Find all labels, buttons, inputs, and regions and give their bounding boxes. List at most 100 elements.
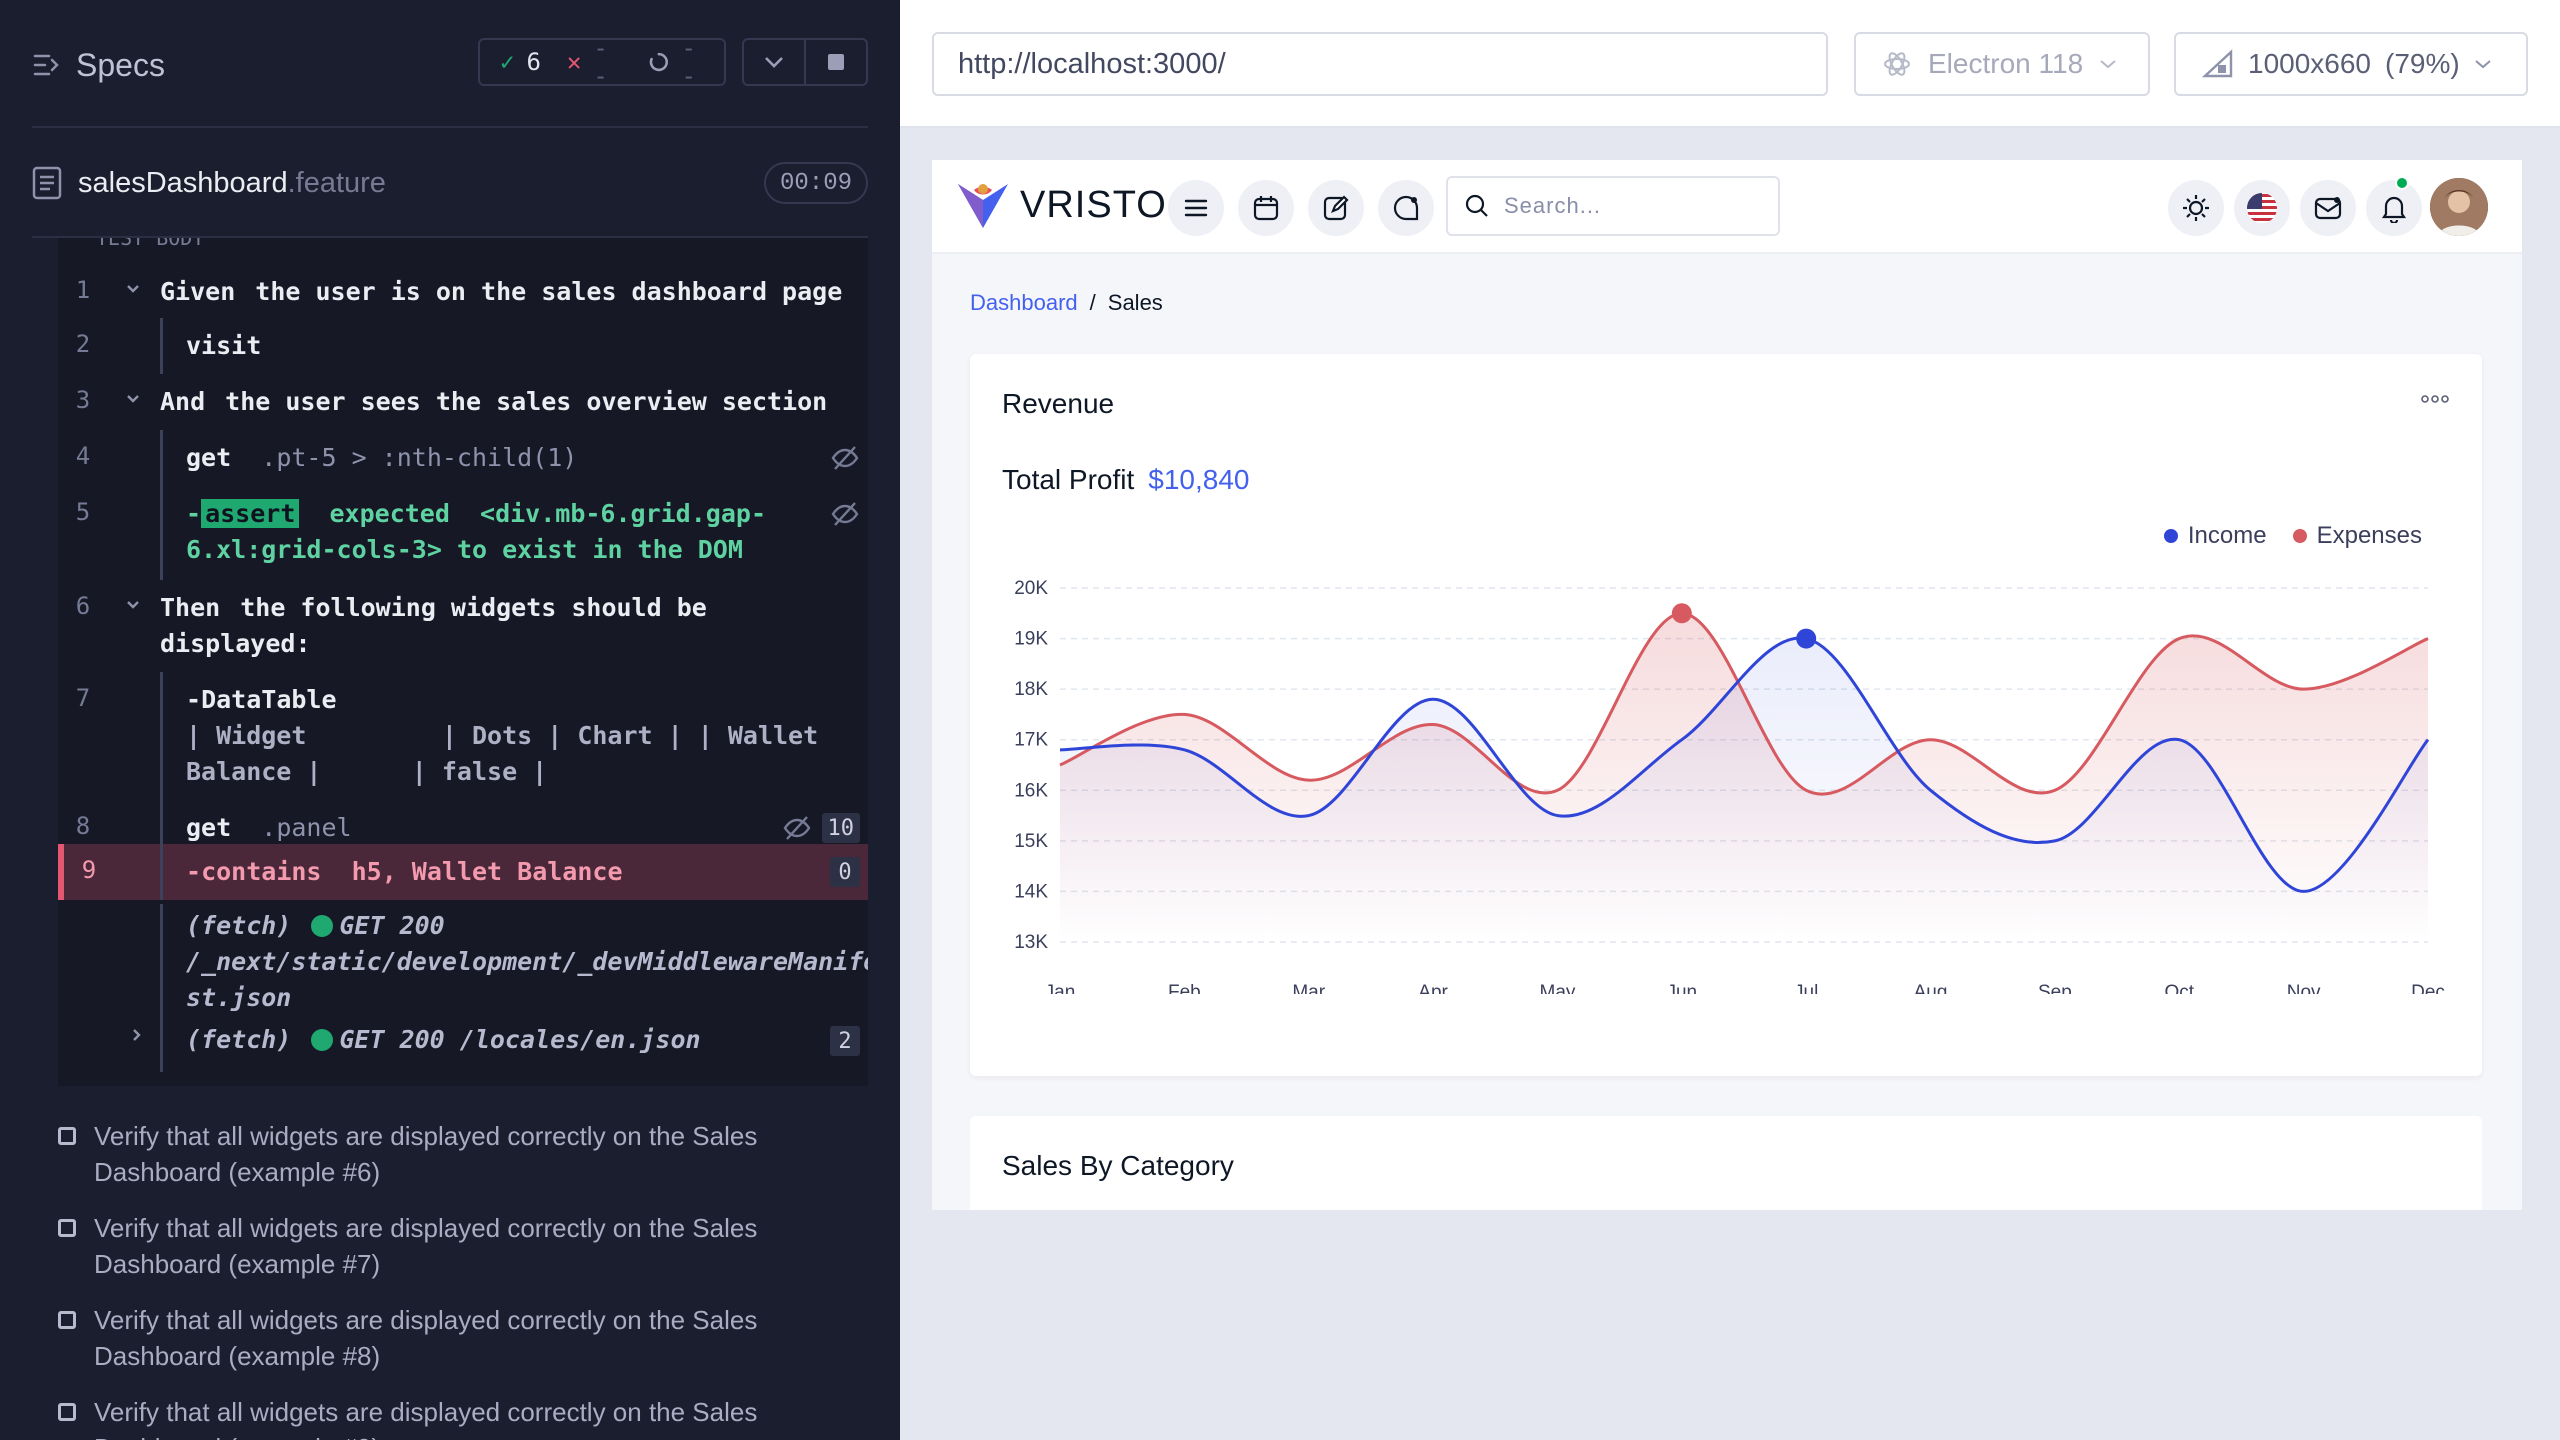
line-number: 4 (75, 442, 91, 470)
chat-button[interactable] (1378, 180, 1434, 236)
menu-icon (1184, 199, 1208, 217)
x-tick-label: Apr (1418, 982, 1448, 994)
legend-item-income[interactable]: Income (2163, 522, 2267, 550)
fetch-row[interactable]: (fetch) GET 200 /_next/static/development… (58, 904, 868, 1016)
notification-dot (2395, 176, 2409, 190)
test-item[interactable]: Verify that all widgets are displayed co… (58, 1394, 858, 1440)
failed-command-row[interactable]: 9 -contains h5, Wallet Balance 0 (58, 844, 868, 900)
command-name: contains (201, 857, 322, 886)
command-name: visit (186, 331, 262, 360)
command-row[interactable]: 2 visit (58, 318, 868, 374)
eye-off-icon[interactable] (830, 499, 860, 529)
more-options-icon[interactable] (2420, 394, 2450, 404)
logo[interactable]: VRISTO (956, 180, 1167, 230)
collapse-button[interactable] (744, 40, 804, 84)
test-title: Verify that all widgets are displayed co… (94, 1213, 758, 1243)
menu-button[interactable] (1168, 180, 1224, 236)
revenue-chart: 13K 14K 15K 16K 17K 18K 19K 20K Jan Feb Mar Apr May J… (1014, 578, 2445, 994)
chevron-down-icon (127, 395, 139, 403)
command-row[interactable]: 4 get .pt-5 > :nth-child(1) (58, 430, 868, 486)
test-title: Verify that all widgets are displayed co… (94, 1121, 758, 1151)
notifications-button[interactable] (2366, 180, 2422, 236)
search-placeholder: Search... (1504, 193, 1602, 218)
failed-count: -- (593, 34, 608, 90)
browser-selector[interactable]: Electron 118 (1854, 32, 2150, 96)
notes-button[interactable] (1308, 180, 1364, 236)
status-dot (311, 1029, 334, 1051)
command-row[interactable]: 3 And the user sees the sales overview se… (58, 374, 868, 430)
x-tick-label: Jan (1045, 982, 1076, 994)
step-text: displayed: (160, 629, 311, 658)
viewport-size: 1000x660 (2248, 48, 2372, 79)
test-item[interactable]: Verify that all widgets are displayed co… (58, 1118, 858, 1190)
theme-toggle-button[interactable] (2168, 180, 2224, 236)
total-profit-label: Total Profit (1002, 464, 1135, 495)
x-tick-label: Jun (1666, 982, 1697, 994)
stop-button[interactable] (804, 40, 866, 84)
eye-off-icon[interactable] (830, 443, 860, 473)
test-title: Dashboard (example #9) (94, 1430, 757, 1440)
revenue-panel: Revenue Total Profit $10,840 Income Expen… (970, 354, 2482, 1076)
brand-name: VRISTO (1020, 183, 1167, 226)
fetch-label: (fetch) (186, 911, 292, 940)
panel-title: Revenue (1002, 388, 1115, 419)
search-icon (1465, 194, 1488, 217)
command-indent-bar (160, 1016, 163, 1072)
x-tick-label: Mar (1292, 982, 1325, 994)
spec-file-name: salesDashboard (78, 166, 288, 199)
sun-icon (2183, 195, 2209, 221)
datatable-row: Balance | | false | (186, 757, 548, 786)
vristo-logo-icon (958, 184, 1008, 228)
test-item[interactable]: Verify that all widgets are displayed co… (58, 1302, 858, 1374)
fetch-row[interactable]: (fetch) GET 200 /locales/en.json 2 (58, 1016, 868, 1072)
mail-icon (2314, 197, 2342, 220)
command-indent-bar (160, 486, 163, 580)
line-number: 9 (81, 856, 97, 884)
viewport-selector[interactable]: 1000x660 (79%) (2174, 32, 2528, 96)
legend-label: Income (2187, 522, 2267, 549)
y-tick-label: 15K (1014, 831, 1048, 852)
line-number: 3 (75, 386, 91, 414)
legend-item-expenses[interactable]: Expenses (2292, 522, 2422, 550)
spec-file-header[interactable]: salesDashboard .feature 00:09 (32, 158, 868, 208)
command-row[interactable]: 6 Then the following widgets should be di… (58, 580, 868, 672)
command-row[interactable]: 5 - assert expected <div.mb-6.grid.gap- 6… (58, 486, 868, 580)
test-status-icon (58, 1127, 76, 1145)
search-field[interactable]: Search... (1446, 176, 1780, 236)
command-row[interactable]: 1 Given the user is on the sales dashboar… (58, 268, 868, 318)
fetch-path: st.json (186, 983, 292, 1012)
eye-off-icon[interactable] (782, 813, 812, 843)
line-number: 8 (75, 812, 91, 840)
url-bar[interactable]: http://localhost:3000/ (932, 32, 1828, 96)
user-avatar[interactable] (2430, 178, 2488, 236)
line-number: 7 (75, 684, 91, 712)
command-indent-bar (160, 430, 163, 486)
test-title: Verify that all widgets are displayed co… (94, 1397, 758, 1427)
messages-button[interactable] (2300, 180, 2356, 236)
command-name: DataTable (201, 685, 337, 714)
chevron-down-icon (765, 57, 783, 68)
calendar-icon (1253, 196, 1279, 221)
breadcrumb-dashboard-link[interactable]: Dashboard (970, 290, 1078, 316)
command-indent-bar (160, 844, 163, 900)
data-point-marker[interactable] (1671, 603, 1692, 624)
data-point-marker[interactable] (1796, 628, 1817, 649)
calendar-button[interactable] (1238, 180, 1294, 236)
x-tick-label: Dec (2411, 982, 2445, 994)
datatable-row: | Widget | Dots | Chart | | Wallet (186, 721, 819, 750)
chevron-down-icon (127, 601, 139, 609)
command-row[interactable]: 7 -DataTable | Widget | Dots | Chart | |… (58, 672, 868, 800)
breadcrumb-current: Sales (1107, 290, 1163, 315)
stop-icon (828, 54, 844, 70)
user-photo (2430, 178, 2488, 236)
passed-count: 6 (526, 48, 541, 76)
step-text: the following widgets should be (240, 593, 707, 622)
x-tick-label: Nov (2287, 982, 2321, 994)
electron-icon (1884, 52, 1910, 76)
test-item[interactable]: Verify that all widgets are displayed co… (58, 1210, 858, 1282)
y-tick-label: 18K (1014, 679, 1048, 700)
panel-title: Sales By Category (1002, 1150, 1234, 1181)
element-count-badge: 10 (821, 813, 860, 843)
language-button[interactable] (2234, 180, 2290, 236)
line-number: 1 (75, 276, 91, 304)
